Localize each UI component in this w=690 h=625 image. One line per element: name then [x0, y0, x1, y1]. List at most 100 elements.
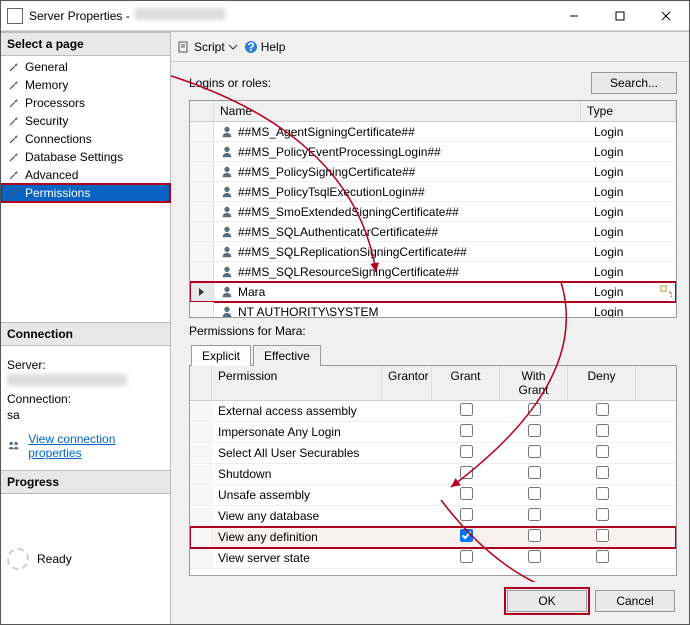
withgrant-checkbox[interactable] — [528, 466, 541, 479]
permission-row[interactable]: View any database — [190, 506, 676, 527]
login-row[interactable]: ##MS_AgentSigningCertificate##Login — [190, 122, 676, 142]
permissions-section: Explicit Effective Permission Grantor Gr… — [189, 344, 677, 576]
login-name-cell: ##MS_PolicyEventProcessingLogin## — [214, 143, 588, 161]
maximize-button[interactable] — [597, 1, 643, 31]
script-button[interactable]: Script — [177, 40, 238, 54]
login-row[interactable]: NT AUTHORITY\SYSTEMLogin — [190, 302, 676, 317]
sidebar-item-advanced[interactable]: Advanced — [1, 166, 170, 184]
row-header-cell — [190, 366, 212, 400]
withgrant-column-header[interactable]: With Grant — [500, 366, 568, 400]
login-row[interactable]: ##MS_PolicyTsqlExecutionLogin##Login — [190, 182, 676, 202]
main-area: Script ? Help Logins or roles: Search... — [171, 32, 689, 624]
deny-checkbox[interactable] — [596, 529, 609, 542]
grant-checkbox[interactable] — [460, 550, 473, 563]
sidebar-item-permissions[interactable]: Permissions — [1, 184, 170, 202]
help-icon: ? — [244, 40, 258, 54]
server-label: Server: — [7, 358, 164, 372]
minimize-button[interactable] — [551, 1, 597, 31]
grant-checkbox[interactable] — [460, 466, 473, 479]
deny-checkbox[interactable] — [596, 550, 609, 563]
deny-checkbox[interactable] — [596, 508, 609, 521]
deny-checkbox[interactable] — [596, 445, 609, 458]
ok-button[interactable]: OK — [507, 590, 587, 612]
withgrant-checkbox[interactable] — [528, 487, 541, 500]
login-icon — [220, 165, 234, 179]
type-column-header[interactable]: Type — [581, 101, 676, 121]
search-button[interactable]: Search... — [591, 72, 677, 94]
wrench-icon — [7, 78, 21, 92]
grantor-column-header[interactable]: Grantor — [382, 366, 432, 400]
deny-checkbox[interactable] — [596, 424, 609, 437]
deny-checkbox[interactable] — [596, 403, 609, 416]
row-header — [190, 302, 214, 317]
permission-name-cell: Select All User Securables — [212, 444, 382, 462]
login-row[interactable]: ##MS_PolicySigningCertificate##Login — [190, 162, 676, 182]
help-label: Help — [261, 40, 286, 54]
dialog-footer: OK Cancel — [171, 582, 689, 624]
login-row[interactable]: MaraLogin — [190, 282, 676, 302]
permission-name-cell: Unsafe assembly — [212, 486, 382, 504]
login-row[interactable]: ##MS_SQLAuthenticatorCertificate##Login — [190, 222, 676, 242]
permission-row[interactable]: View server state — [190, 548, 676, 569]
grant-checkbox[interactable] — [460, 424, 473, 437]
grantor-cell — [382, 472, 432, 476]
permission-row[interactable]: Select All User Securables — [190, 443, 676, 464]
withgrant-checkbox[interactable] — [528, 445, 541, 458]
grant-checkbox[interactable] — [460, 487, 473, 500]
permission-row[interactable]: Impersonate Any Login — [190, 422, 676, 443]
deny-checkbox[interactable] — [596, 466, 609, 479]
permission-row[interactable]: External access assembly — [190, 401, 676, 422]
sidebar-item-security[interactable]: Security — [1, 112, 170, 130]
login-row[interactable]: ##MS_SmoExtendedSigningCertificate##Logi… — [190, 202, 676, 222]
permission-name-cell: External access assembly — [212, 402, 382, 420]
titlebar: Server Properties - — [1, 1, 689, 31]
login-icon — [220, 245, 234, 259]
permission-column-header[interactable]: Permission — [212, 366, 382, 400]
grant-checkbox[interactable] — [460, 445, 473, 458]
login-row[interactable]: ##MS_PolicyEventProcessingLogin##Login — [190, 142, 676, 162]
login-icon — [220, 285, 234, 299]
withgrant-checkbox[interactable] — [528, 508, 541, 521]
login-row[interactable]: ##MS_SQLResourceSigningCertificate##Logi… — [190, 262, 676, 282]
chevron-down-icon — [228, 42, 238, 52]
logins-label: Logins or roles: — [189, 76, 591, 90]
view-connection-properties-link[interactable]: View connection properties — [24, 432, 164, 460]
tab-effective[interactable]: Effective — [253, 345, 321, 366]
sidebar-item-database-settings[interactable]: Database Settings — [1, 148, 170, 166]
withgrant-checkbox[interactable] — [528, 529, 541, 542]
row-header — [190, 465, 212, 484]
withgrant-checkbox[interactable] — [528, 550, 541, 563]
cancel-button[interactable]: Cancel — [595, 590, 675, 612]
row-header — [190, 182, 214, 201]
permission-row[interactable]: Shutdown — [190, 464, 676, 485]
connection-value: sa — [7, 408, 164, 422]
sidebar-item-connections[interactable]: Connections — [1, 130, 170, 148]
wrench-icon — [7, 96, 21, 110]
grant-checkbox[interactable] — [460, 403, 473, 416]
properties-icon[interactable] — [660, 285, 674, 299]
close-button[interactable] — [643, 1, 689, 31]
permission-row[interactable]: Unsafe assembly — [190, 485, 676, 506]
row-header — [190, 486, 212, 505]
login-name-cell: ##MS_SmoExtendedSigningCertificate## — [214, 203, 588, 221]
withgrant-checkbox[interactable] — [528, 403, 541, 416]
connection-header: Connection — [1, 322, 170, 346]
grant-checkbox[interactable] — [460, 508, 473, 521]
name-column-header[interactable]: Name — [214, 101, 581, 121]
sidebar-item-processors[interactable]: Processors — [1, 94, 170, 112]
deny-column-header[interactable]: Deny — [568, 366, 636, 400]
deny-checkbox[interactable] — [596, 487, 609, 500]
connection-label: Connection: — [7, 392, 164, 406]
script-icon — [177, 40, 191, 54]
grant-column-header[interactable]: Grant — [432, 366, 500, 400]
grant-checkbox[interactable] — [460, 529, 473, 542]
help-button[interactable]: ? Help — [244, 40, 286, 54]
sidebar-item-general[interactable]: General — [1, 58, 170, 76]
sidebar-item-memory[interactable]: Memory — [1, 76, 170, 94]
withgrant-checkbox[interactable] — [528, 424, 541, 437]
permission-row[interactable]: View any definition — [190, 527, 676, 548]
login-row[interactable]: ##MS_SQLReplicationSigningCertificate##L… — [190, 242, 676, 262]
current-row-icon — [198, 287, 206, 297]
grantor-cell — [382, 514, 432, 518]
tab-explicit[interactable]: Explicit — [191, 345, 251, 366]
